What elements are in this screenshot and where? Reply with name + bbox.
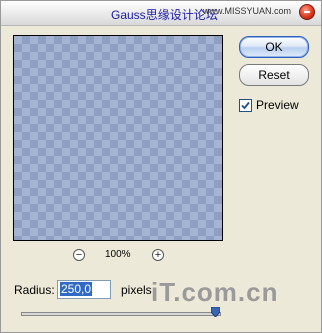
gaussian-blur-dialog: Gauss思缘设计论坛 www.MISSYUAN.com − 100% + OK…	[0, 0, 322, 333]
radius-label: Radius:	[14, 283, 55, 297]
preview-checkbox[interactable]	[239, 99, 252, 112]
plus-icon: +	[154, 249, 162, 261]
site-logo: iT.com.cn	[151, 277, 279, 307]
check-icon	[241, 101, 250, 110]
radius-input[interactable]: 250,0	[57, 280, 111, 299]
ok-button[interactable]: OK	[239, 36, 309, 58]
minus-icon: −	[75, 249, 83, 261]
radius-unit: pixels	[121, 283, 152, 297]
radius-value: 250,0	[60, 282, 93, 296]
radius-slider-track[interactable]	[21, 312, 221, 316]
title-bar: Gauss思缘设计论坛 www.MISSYUAN.com	[1, 1, 321, 26]
reset-button[interactable]: Reset	[239, 64, 309, 86]
close-button[interactable]	[299, 4, 315, 20]
site-watermark: www.MISSYUAN.com	[202, 6, 291, 16]
window-title: Gauss思缘设计论坛	[111, 8, 218, 22]
radius-slider-thumb[interactable]	[210, 307, 220, 317]
zoom-out-button[interactable]: −	[73, 249, 85, 261]
preview-label: Preview	[256, 98, 299, 112]
preview-canvas[interactable]	[13, 35, 223, 241]
zoom-level: 100%	[105, 249, 131, 260]
zoom-in-button[interactable]: +	[152, 249, 164, 261]
